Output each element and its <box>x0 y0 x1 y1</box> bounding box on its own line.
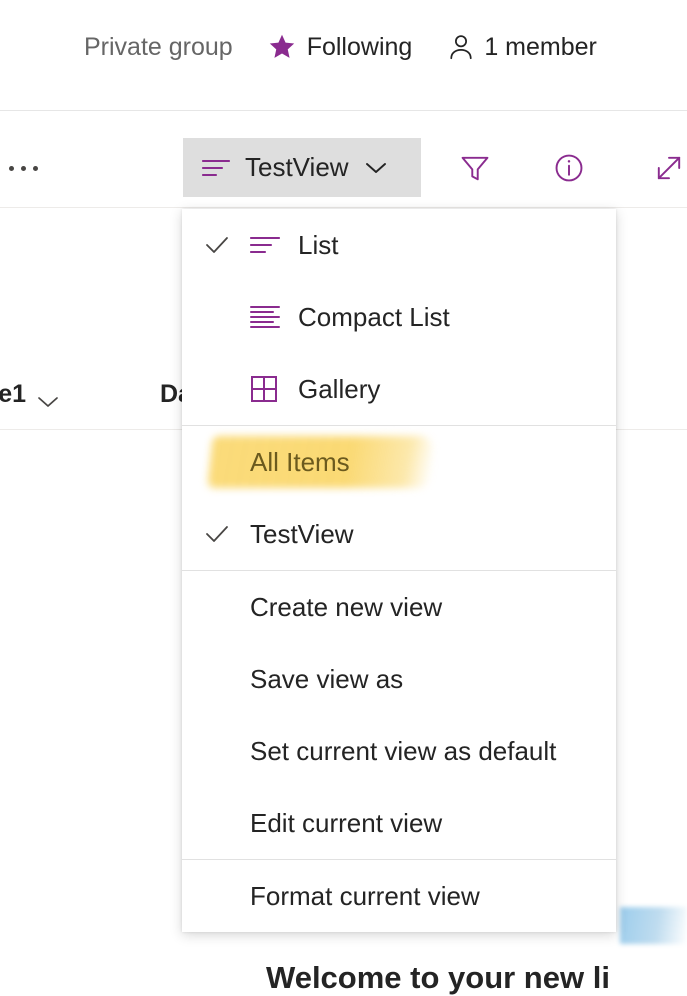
column-header-label: me1 <box>0 380 27 408</box>
menu-item-compact-list[interactable]: Compact List <box>182 281 616 353</box>
menu-item-testview[interactable]: TestView <box>182 498 616 570</box>
welcome-heading: Welcome to your new li <box>266 960 610 995</box>
menu-item-label: List <box>298 229 339 260</box>
filter-icon[interactable] <box>451 144 499 192</box>
menu-item-save-view-as[interactable]: Save view as <box>182 643 616 715</box>
site-header: Private group Following 1 member <box>0 0 687 111</box>
column-header-name1[interactable]: me1 <box>0 380 60 409</box>
menu-item-label: All Items <box>250 446 350 477</box>
following-label[interactable]: Following <box>307 33 413 62</box>
menu-item-label: Save view as <box>250 663 404 694</box>
list-icon <box>201 157 231 179</box>
ellipsis-dot <box>8 165 14 171</box>
ellipsis-dot <box>32 165 38 171</box>
menu-item-list[interactable]: List <box>182 209 616 281</box>
menu-item-format-current-view[interactable]: Format current view <box>182 860 616 932</box>
info-icon[interactable] <box>545 144 593 192</box>
view-options-menu: List Compact List Gallery All Items Test… <box>182 209 616 932</box>
overflow-menu-button[interactable] <box>0 146 46 190</box>
person-icon <box>446 32 476 62</box>
privacy-label: Private group <box>84 32 233 61</box>
ellipsis-dot <box>20 165 26 171</box>
checkmark-icon <box>202 519 232 549</box>
members-label[interactable]: 1 member <box>484 33 597 62</box>
menu-item-label: Create new view <box>250 591 443 622</box>
decorative-blue-tile <box>620 907 687 944</box>
expand-icon[interactable] <box>645 144 687 192</box>
star-icon <box>267 32 297 62</box>
menu-item-edit-current-view[interactable]: Edit current view <box>182 787 616 859</box>
menu-item-all-items[interactable]: All Items <box>182 426 616 498</box>
menu-section-views: All Items TestView <box>182 426 616 570</box>
checkmark-icon <box>202 230 232 260</box>
view-switcher-label: TestView <box>245 152 349 182</box>
menu-item-label: Gallery <box>298 373 381 404</box>
menu-item-label: Set current view as default <box>250 735 557 766</box>
list-icon <box>250 231 280 259</box>
menu-item-label: Edit current view <box>250 807 443 838</box>
menu-item-label: Compact List <box>298 301 450 332</box>
gallery-grid-icon <box>250 375 280 403</box>
chevron-down-icon <box>36 387 60 407</box>
compact-list-icon <box>250 303 280 331</box>
menu-item-gallery[interactable]: Gallery <box>182 353 616 425</box>
menu-section-format: Format current view <box>182 860 616 932</box>
menu-item-create-new-view[interactable]: Create new view <box>182 571 616 643</box>
menu-item-label: Format current view <box>250 880 480 911</box>
menu-item-label: TestView <box>250 518 354 549</box>
menu-item-set-current-view-as-default[interactable]: Set current view as default <box>182 715 616 787</box>
menu-section-layouts: List Compact List Gallery <box>182 209 616 425</box>
chevron-down-icon <box>363 160 389 176</box>
menu-section-actions: Create new view Save view as Set current… <box>182 571 616 859</box>
view-switcher-button[interactable]: TestView <box>183 138 421 197</box>
site-meta-row: Private group Following 1 member <box>84 28 597 66</box>
